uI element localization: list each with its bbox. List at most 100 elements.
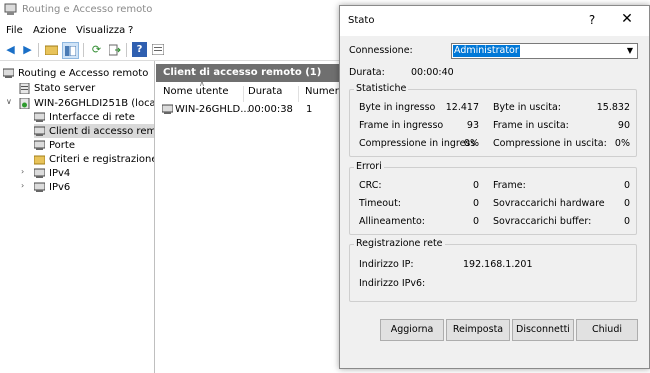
timeout-label: Timeout: — [359, 198, 402, 209]
show-tree-icon[interactable] — [62, 42, 79, 59]
expand-chevron-icon[interactable]: › — [21, 167, 24, 176]
reset-button[interactable]: Reimposta — [446, 319, 510, 341]
errors-group: Errori CRC: 0 Frame: 0 Timeout: 0 Sovrac… — [349, 161, 637, 235]
connection-label: Connessione: — [349, 45, 413, 56]
connection-select[interactable]: Administrator ▼ — [451, 43, 638, 59]
tree-root[interactable]: Routing e Accesso remoto — [3, 66, 148, 80]
tree-item-interfacce[interactable]: Interfacce di rete — [34, 110, 135, 124]
export-list-icon[interactable] — [107, 42, 122, 57]
hw-overrun-label: Sovraccarichi hardware — [493, 198, 605, 209]
tree-item-server[interactable]: WIN-26GHLDI251B (locale) — [19, 96, 154, 110]
bytes-in-value: 12.417 — [445, 102, 479, 113]
properties-icon[interactable] — [150, 42, 165, 57]
close-button[interactable]: Chiudi — [576, 319, 638, 341]
toolbar-separator — [83, 43, 84, 57]
alignment-label: Allineamento: — [359, 216, 425, 227]
tree-item-label: IPv6 — [49, 181, 71, 193]
routing-app-icon — [4, 3, 17, 15]
compression-out-label: Compressione in uscita: — [493, 138, 607, 149]
tree-item-label: Interfacce di rete — [49, 111, 135, 123]
refresh-icon[interactable]: ⟳ — [89, 42, 104, 57]
alignment-value: 0 — [472, 216, 479, 227]
frame-value: 0 — [623, 180, 630, 191]
crc-label: CRC: — [359, 180, 382, 191]
column-nome-utente[interactable]: Nome utente — [163, 86, 244, 102]
routing-server-icon — [3, 68, 14, 78]
forward-arrow-icon[interactable]: ▶ — [20, 42, 35, 57]
tree-root-label: Routing e Accesso remoto — [18, 67, 149, 79]
dialog-title: Stato — [348, 15, 375, 26]
menu-help[interactable]: ? — [128, 25, 133, 36]
duration-value: 00:00:40 — [411, 67, 454, 78]
expand-chevron-icon[interactable]: › — [21, 181, 24, 190]
up-folder-icon[interactable] — [44, 42, 59, 57]
toolbar-separator — [126, 43, 127, 57]
crc-value: 0 — [472, 180, 479, 191]
ipv6-address-label: Indirizzo IPv6: — [359, 278, 426, 289]
tree-item-client-accesso[interactable]: Client di accesso remoto — [34, 124, 155, 138]
server-status-icon — [19, 82, 30, 94]
remote-clients-icon — [34, 126, 45, 136]
column-numero[interactable]: Numero — [305, 86, 345, 102]
bytes-in-label: Byte in ingresso — [359, 102, 436, 113]
help-icon[interactable]: ? — [132, 42, 147, 57]
compression-out-value: 0% — [614, 138, 630, 149]
cell-user: WIN-26GHLD... — [175, 104, 250, 115]
statistics-group: Statistiche Byte in ingresso 12.417 Byte… — [349, 83, 637, 157]
policies-folder-icon — [34, 155, 45, 164]
tree-item-label: Porte — [49, 139, 75, 151]
bytes-out-value: 15.832 — [596, 102, 630, 113]
network-registration-title: Registrazione rete — [354, 238, 445, 249]
tree-item-ipv4[interactable]: IPv4 — [34, 166, 70, 180]
back-arrow-icon[interactable]: ◀ — [3, 42, 18, 57]
tree-item-porte[interactable]: Porte — [34, 138, 75, 152]
duration-label: Durata: — [349, 67, 385, 78]
menu-visualizza[interactable]: Visualizza — [76, 25, 125, 36]
ports-icon — [34, 140, 45, 150]
status-dialog: Stato ? ✕ Connessione: Administrator ▼ D… — [339, 5, 650, 369]
ipv4-icon — [34, 168, 45, 178]
tree-item-label: Client di accesso remoto — [49, 125, 155, 137]
refresh-button[interactable]: Aggiorna — [380, 319, 444, 341]
frames-in-label: Frame in ingresso — [359, 120, 444, 131]
timeout-value: 0 — [472, 198, 479, 209]
frame-label: Frame: — [493, 180, 526, 191]
disconnect-button[interactable]: Disconnetti — [512, 319, 574, 341]
column-durata[interactable]: Durata — [248, 86, 299, 102]
hw-overrun-value: 0 — [623, 198, 630, 209]
menu-azione[interactable]: Azione — [33, 25, 66, 36]
connection-value: Administrator — [453, 45, 520, 57]
frames-in-value: 93 — [466, 120, 479, 131]
tree-item-label: Stato server — [34, 82, 96, 94]
remote-client-icon — [162, 104, 173, 114]
cell-duration: 00:00:38 — [248, 104, 293, 115]
sort-caret-icon: ∧ — [199, 79, 205, 88]
tree-item-label: Criteri e registrazione di — [49, 153, 155, 165]
collapse-chevron-icon[interactable]: ∨ — [6, 97, 12, 106]
tree-item-label: WIN-26GHLDI251B (locale) — [34, 97, 154, 109]
ip-address-label: Indirizzo IP: — [359, 259, 414, 270]
local-server-icon — [19, 97, 30, 109]
bytes-out-label: Byte in uscita: — [493, 102, 561, 113]
dialog-close-icon[interactable]: ✕ — [617, 11, 637, 27]
compression-in-value: 0% — [463, 138, 479, 149]
buffer-overrun-value: 0 — [623, 216, 630, 227]
tree-item-label: IPv4 — [49, 167, 71, 179]
dropdown-arrow-icon[interactable]: ▼ — [624, 44, 636, 58]
frames-out-value: 90 — [617, 120, 630, 131]
menu-file[interactable]: File — [6, 25, 23, 36]
dialog-help-button[interactable]: ? — [582, 13, 602, 27]
tree-item-criteri[interactable]: Criteri e registrazione di — [34, 152, 155, 166]
cell-number: 1 — [306, 104, 313, 115]
frames-out-label: Frame in uscita: — [493, 120, 569, 131]
toolbar-separator — [38, 43, 39, 57]
network-registration-group: Registrazione rete Indirizzo IP: 192.168… — [349, 238, 637, 302]
list-title: Client di accesso remoto (1) — [163, 67, 322, 78]
compression-in-label: Compressione in ingress — [359, 138, 475, 149]
statistics-title: Statistiche — [354, 83, 409, 94]
tree-item-stato-server[interactable]: Stato server — [19, 81, 95, 95]
ipv6-icon — [34, 182, 45, 192]
dialog-titlebar: Stato ? ✕ — [340, 6, 649, 36]
tree-item-ipv6[interactable]: IPv6 — [34, 180, 70, 194]
network-interfaces-icon — [34, 112, 45, 122]
